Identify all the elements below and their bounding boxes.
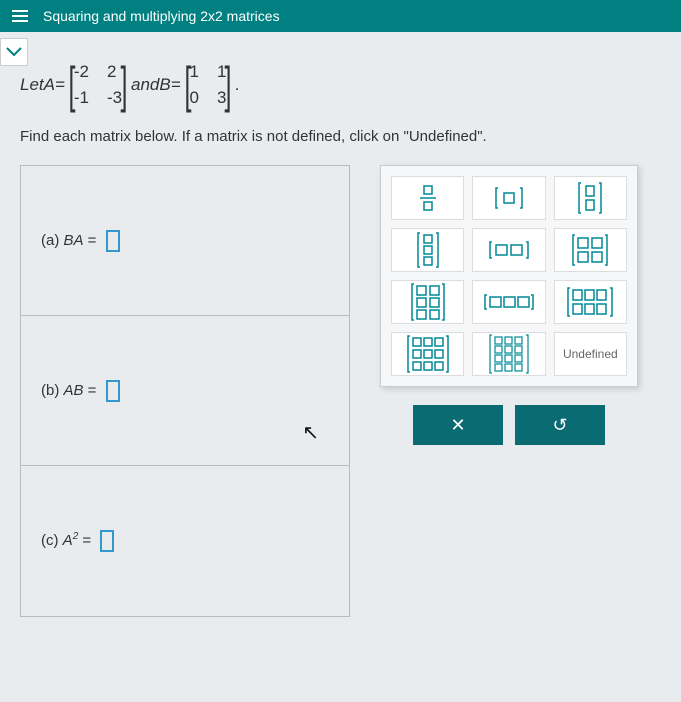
reset-button[interactable]: ↺ bbox=[515, 405, 605, 445]
matrix-1x3-button[interactable] bbox=[472, 280, 545, 324]
answer-input-c[interactable] bbox=[100, 530, 114, 552]
answer-input-b[interactable] bbox=[106, 380, 120, 402]
fraction-icon bbox=[419, 184, 437, 212]
matrix-B: 11 03 bbox=[190, 62, 227, 108]
menu-icon[interactable] bbox=[12, 10, 28, 22]
undefined-button[interactable]: Undefined bbox=[554, 332, 627, 376]
matrix-1x2-icon bbox=[489, 240, 529, 260]
fraction-button[interactable] bbox=[391, 176, 464, 220]
matrix-3x3-icon bbox=[407, 335, 449, 373]
matrix-2x3-button[interactable] bbox=[554, 280, 627, 324]
matrix-1x3-icon bbox=[484, 293, 534, 311]
close-icon: ✕ bbox=[450, 415, 465, 436]
header-bar: Squaring and multiplying 2x2 matrices bbox=[0, 0, 681, 32]
matrix-2x1-icon bbox=[577, 182, 603, 214]
matrix-2x2-button[interactable] bbox=[554, 228, 627, 272]
matrix-3x1-button[interactable] bbox=[391, 228, 464, 272]
matrix-A: -22 -1-3 bbox=[74, 62, 122, 108]
matrix-3x2-icon bbox=[411, 283, 445, 321]
part-b: (b) AB = ↖ bbox=[21, 316, 349, 466]
collapse-button[interactable] bbox=[0, 38, 28, 66]
matrix-2x2-icon bbox=[572, 234, 608, 266]
part-a: (a) BA = bbox=[21, 166, 349, 316]
matrix-2x1-button[interactable] bbox=[554, 176, 627, 220]
matrix-1x1-button[interactable] bbox=[472, 176, 545, 220]
matrix-4x3-icon bbox=[489, 334, 529, 374]
answer-area: (a) BA = (b) AB = ↖ (c) A2 = bbox=[20, 165, 350, 617]
answer-input-a[interactable] bbox=[106, 230, 120, 252]
matrix-3x3-button[interactable] bbox=[391, 332, 464, 376]
clear-button[interactable]: ✕ bbox=[413, 405, 503, 445]
cursor-icon: ↖ bbox=[302, 420, 319, 445]
reset-icon: ↺ bbox=[552, 415, 567, 436]
matrix-1x2-button[interactable] bbox=[472, 228, 545, 272]
chevron-down-icon bbox=[6, 47, 22, 57]
matrix-3x1-icon bbox=[416, 232, 440, 268]
instruction-text: Find each matrix below. If a matrix is n… bbox=[20, 128, 661, 145]
matrix-1x1-icon bbox=[494, 186, 524, 210]
matrix-3x2-button[interactable] bbox=[391, 280, 464, 324]
header-title: Squaring and multiplying 2x2 matrices bbox=[43, 8, 280, 24]
matrix-4x3-button[interactable] bbox=[472, 332, 545, 376]
part-c: (c) A2 = bbox=[21, 466, 349, 616]
matrix-2x3-icon bbox=[567, 287, 613, 317]
content-area: Let A = [ -22 -1-3 ] and B = [ 11 03 ] .… bbox=[0, 32, 681, 702]
palette-panel: Undefined ✕ ↺ bbox=[380, 165, 638, 617]
matrix-definition: Let A = [ -22 -1-3 ] and B = [ 11 03 ] . bbox=[20, 62, 661, 108]
